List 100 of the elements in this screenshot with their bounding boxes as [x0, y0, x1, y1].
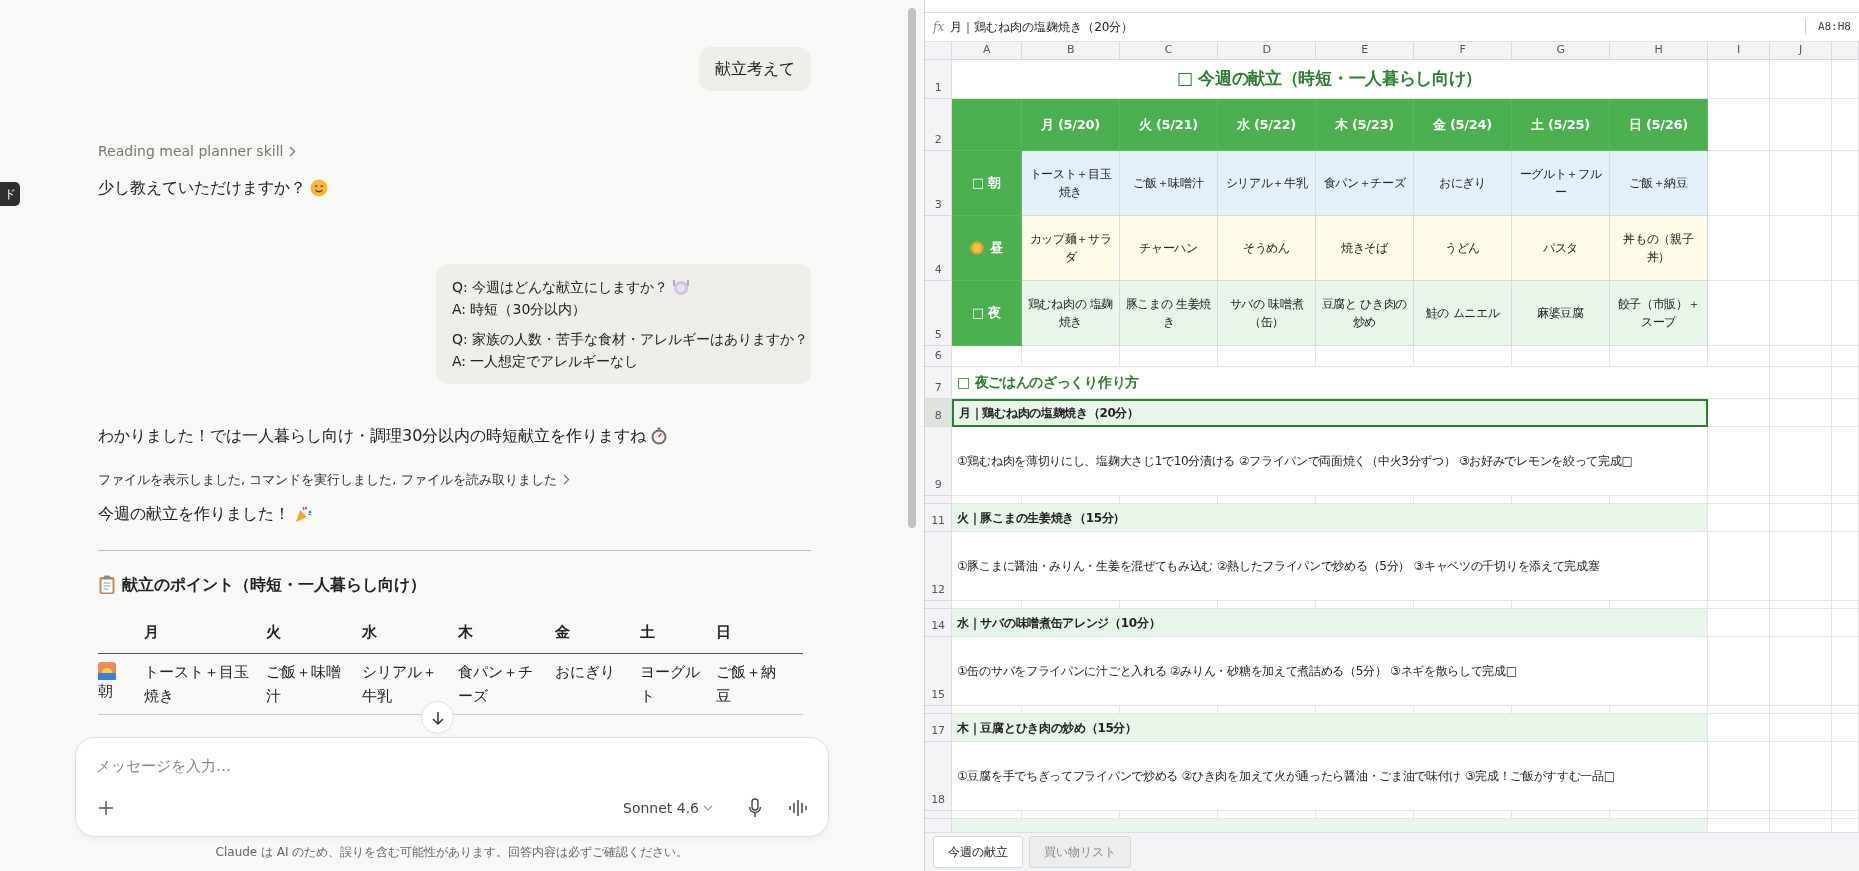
scroll-down-button[interactable] — [421, 701, 454, 734]
empty-cell[interactable] — [1708, 346, 1770, 367]
empty-cell[interactable] — [1708, 742, 1770, 811]
empty-cell[interactable] — [1832, 637, 1859, 706]
row-number[interactable]: 18 — [925, 742, 952, 811]
sheet-tab[interactable]: 今週の献立 — [933, 836, 1023, 868]
empty-cell[interactable] — [1708, 601, 1770, 609]
empty-cell[interactable] — [1022, 346, 1120, 367]
column-letter[interactable]: F — [1414, 42, 1512, 60]
empty-cell[interactable] — [1832, 504, 1859, 532]
empty-cell[interactable] — [1832, 601, 1859, 609]
column-letter[interactable]: C — [1120, 42, 1218, 60]
row-number[interactable]: 14 — [925, 609, 952, 637]
empty-cell[interactable] — [1832, 151, 1859, 216]
empty-cell[interactable] — [1832, 99, 1859, 151]
empty-cell[interactable] — [1832, 742, 1859, 811]
empty-cell[interactable] — [1832, 216, 1859, 281]
row-number[interactable]: 3 — [925, 151, 952, 216]
empty-cell[interactable] — [1770, 706, 1832, 714]
row-header-cell[interactable] — [925, 496, 952, 504]
empty-cell[interactable] — [1832, 714, 1859, 742]
empty-cell[interactable] — [1770, 151, 1832, 216]
empty-cell[interactable] — [1120, 346, 1218, 367]
empty-cell[interactable] — [1832, 496, 1859, 504]
empty-cell[interactable] — [1708, 367, 1770, 399]
corner-cell[interactable] — [925, 42, 952, 60]
row-number[interactable]: 15 — [925, 637, 952, 706]
empty-cell[interactable] — [1770, 281, 1832, 346]
row-number[interactable]: 5 — [925, 281, 952, 346]
column-letter[interactable]: E — [1316, 42, 1414, 60]
empty-cell[interactable] — [1708, 496, 1770, 504]
empty-cell[interactable] — [1708, 706, 1770, 714]
column-letter[interactable]: G — [1512, 42, 1610, 60]
row-number[interactable]: 9 — [925, 427, 952, 496]
empty-cell[interactable] — [1832, 532, 1859, 601]
empty-cell[interactable] — [1770, 601, 1832, 609]
empty-cell[interactable] — [1770, 99, 1832, 151]
empty-cell[interactable] — [1708, 637, 1770, 706]
empty-cell[interactable] — [1770, 367, 1832, 399]
empty-cell[interactable] — [1832, 427, 1859, 496]
empty-cell[interactable] — [1770, 216, 1832, 281]
empty-cell[interactable] — [1770, 60, 1832, 99]
empty-cell[interactable] — [1832, 706, 1859, 714]
row-number[interactable]: 8 — [925, 399, 952, 427]
empty-cell[interactable] — [1218, 346, 1316, 367]
add-button[interactable] — [96, 798, 116, 818]
empty-cell[interactable] — [1832, 281, 1859, 346]
empty-cell[interactable] — [1708, 281, 1770, 346]
formula-field[interactable]: 月｜鶏むね肉の塩麹焼き（20分） — [950, 18, 1134, 36]
empty-cell[interactable] — [1610, 346, 1708, 367]
empty-cell[interactable] — [1832, 367, 1859, 399]
column-letter[interactable]: D — [1218, 42, 1316, 60]
empty-cell[interactable] — [1316, 346, 1414, 367]
column-header-cell[interactable] — [1832, 42, 1859, 60]
empty-cell[interactable] — [1770, 609, 1832, 637]
empty-cell[interactable] — [1770, 346, 1832, 367]
empty-cell[interactable] — [1832, 399, 1859, 427]
recipe-steps-cell: ①鶏むね肉を薄切りにし、塩麹大さじ1で10分漬ける ②フライパンで両面焼く（中火3分ずつ） ③お好みでレモンを絞って完成□ — [952, 427, 1708, 496]
empty-cell[interactable] — [1708, 811, 1770, 819]
empty-cell[interactable] — [1770, 811, 1832, 819]
empty-cell[interactable] — [1414, 346, 1512, 367]
row-number[interactable]: 11 — [925, 504, 952, 532]
empty-cell[interactable] — [1832, 609, 1859, 637]
column-letter[interactable]: H — [1610, 42, 1708, 60]
activity-link[interactable]: ファイルを表示しました, コマンドを実行しました, ファイルを読み取りました — [98, 470, 570, 490]
row-number[interactable]: 4 — [925, 216, 952, 281]
empty-cell[interactable] — [1708, 216, 1770, 281]
empty-cell[interactable] — [1770, 742, 1832, 811]
empty-cell[interactable] — [1770, 427, 1832, 496]
column-letter[interactable]: J — [1770, 42, 1832, 60]
row-header-cell[interactable] — [925, 706, 952, 714]
column-letter[interactable]: A — [952, 42, 1022, 60]
empty-cell[interactable] — [1832, 811, 1859, 819]
empty-cell[interactable] — [1832, 346, 1859, 367]
skill-link[interactable]: Reading meal planner skill — [98, 141, 297, 162]
row-header-cell[interactable] — [925, 811, 952, 819]
empty-cell[interactable] — [1708, 60, 1770, 99]
row-header-cell[interactable] — [925, 601, 952, 609]
empty-cell[interactable] — [1770, 637, 1832, 706]
scrollbar-thumb[interactable] — [908, 8, 916, 528]
empty-cell[interactable] — [1770, 504, 1832, 532]
row-number[interactable]: 6 — [925, 346, 952, 367]
row-number[interactable]: 17 — [925, 714, 952, 742]
empty-cell[interactable] — [1708, 427, 1770, 496]
model-selector[interactable]: Sonnet 4.6 — [621, 796, 715, 821]
column-letter[interactable]: I — [1708, 42, 1770, 60]
empty-cell[interactable] — [1770, 532, 1832, 601]
empty-cell[interactable] — [1708, 151, 1770, 216]
row-number[interactable]: 1 — [925, 60, 952, 99]
microphone-button[interactable] — [746, 796, 764, 820]
empty-cell[interactable] — [1770, 714, 1832, 742]
empty-cell[interactable] — [1770, 496, 1832, 504]
empty-cell[interactable] — [1512, 346, 1610, 367]
empty-cell[interactable] — [1770, 399, 1832, 427]
row-number[interactable]: 2 — [925, 99, 952, 151]
empty-cell[interactable] — [1708, 532, 1770, 601]
message-input[interactable]: メッセージを入力… — [94, 754, 594, 779]
column-letter[interactable]: B — [1022, 42, 1120, 60]
row-number[interactable]: 7 — [925, 367, 952, 399]
row-number[interactable]: 12 — [925, 532, 952, 601]
